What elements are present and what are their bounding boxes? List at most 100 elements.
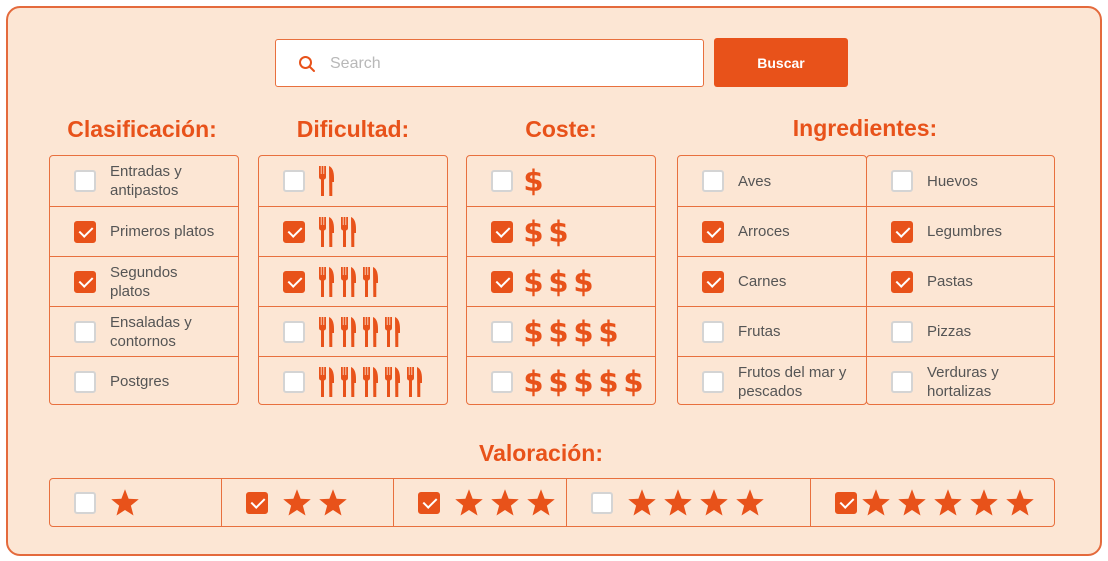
checkbox-checked[interactable] [246, 491, 268, 514]
checkbox[interactable] [702, 320, 724, 343]
dificultad-icons [319, 166, 341, 196]
dificultad-option[interactable] [259, 256, 447, 306]
heading-clasificacion: Clasificación: [67, 116, 217, 142]
checkbox-checked[interactable] [418, 491, 440, 514]
valoracion-option[interactable] [810, 478, 1055, 527]
checkbox[interactable] [491, 320, 513, 343]
checkbox[interactable] [283, 370, 305, 393]
coste-option[interactable]: $ $ $ [467, 256, 655, 306]
checkbox-checked[interactable] [74, 270, 96, 293]
ingrediente-option[interactable]: Carnes [678, 256, 866, 306]
ingrediente-option[interactable]: Frutos del mar y pescados [678, 356, 866, 406]
clasificacion-option-label: Entradas y antipastos [110, 163, 182, 199]
checkbox[interactable] [283, 320, 305, 343]
fork-knife-icon [363, 266, 378, 297]
checkbox[interactable] [702, 170, 724, 192]
checkbox[interactable] [74, 320, 96, 343]
fork-knife-icon [319, 166, 334, 196]
ingrediente-option[interactable]: Huevos [867, 156, 1054, 206]
dollar-icon: $ [523, 214, 544, 249]
clasificacion-option[interactable]: Entradas y antipastos [50, 156, 238, 206]
checkbox-checked[interactable] [74, 220, 96, 243]
dollar-icon: $ [573, 264, 594, 299]
fork-knife-icon [319, 366, 334, 397]
star-icon [664, 488, 692, 515]
ingrediente-option-label: Verduras y hortalizas [927, 363, 999, 400]
dollar-icons: $ $ [521, 217, 571, 247]
ingrediente-option-label: Aves [738, 172, 772, 190]
search-icon [299, 56, 315, 72]
checkbox-checked[interactable] [891, 270, 913, 293]
valoracion-option[interactable] [566, 478, 811, 527]
clasificacion-option[interactable]: Postgres [50, 356, 238, 406]
star-icon [319, 488, 347, 515]
clasificacion-option[interactable]: Ensaladas y contornos [50, 306, 238, 356]
ingrediente-option[interactable]: Frutas [678, 306, 866, 356]
coste-option[interactable]: $ $ [467, 206, 655, 256]
dollar-icon: $ [523, 364, 544, 399]
ingrediente-option[interactable]: Verduras y hortalizas [867, 356, 1054, 406]
checkbox[interactable] [491, 370, 513, 393]
search-field[interactable] [275, 39, 704, 87]
ingrediente-option-label: Pastas [927, 273, 973, 290]
fork-knife-icon [363, 366, 378, 397]
checkbox-checked[interactable] [702, 270, 724, 293]
fork-knife-icon [341, 366, 356, 397]
dollar-icon: $ [523, 264, 544, 299]
fork-knife-icon [385, 366, 400, 397]
search-button[interactable]: Buscar [714, 38, 848, 87]
ingrediente-option[interactable]: Arroces [678, 206, 866, 256]
valoracion-option[interactable] [221, 478, 394, 527]
checkbox[interactable] [283, 170, 305, 192]
dollar-icon: $ [548, 214, 569, 249]
ingrediente-option-label: Frutas [738, 323, 781, 340]
coste-option[interactable]: $ $ $ $ [467, 306, 655, 356]
ingrediente-option-label: Legumbres [927, 223, 1003, 240]
ingrediente-option-label: Arroces [738, 223, 790, 240]
clasificacion-option[interactable]: Primeros platos [50, 206, 238, 256]
ingrediente-option[interactable]: Pizzas [867, 306, 1054, 356]
checkbox-checked[interactable] [491, 270, 513, 293]
valoracion-option[interactable] [393, 478, 567, 527]
dificultad-option[interactable] [259, 356, 447, 406]
search-input[interactable] [330, 50, 690, 78]
checkbox[interactable] [491, 170, 513, 192]
star-icon [934, 488, 962, 515]
checkbox[interactable] [591, 491, 613, 514]
star-icon [1006, 488, 1034, 515]
ingrediente-option[interactable]: Legumbres [867, 206, 1054, 256]
checkbox-checked[interactable] [835, 491, 857, 514]
fork-knife-icon [341, 266, 356, 297]
star-icon [862, 488, 890, 515]
clasificacion-option[interactable]: Segundos platos [50, 256, 238, 306]
dificultad-option[interactable] [259, 206, 447, 256]
checkbox[interactable] [74, 170, 96, 192]
checkbox[interactable] [891, 170, 913, 192]
checkbox[interactable] [891, 320, 913, 343]
valoracion-option[interactable] [49, 478, 222, 527]
heading-coste: Coste: [525, 116, 597, 142]
checkbox-checked[interactable] [283, 220, 305, 243]
checkbox[interactable] [891, 370, 913, 393]
checkbox[interactable] [74, 370, 96, 393]
heading-ingredientes: Ingredientes: [792, 115, 938, 141]
dificultad-option[interactable] [259, 156, 447, 206]
checkbox[interactable] [74, 491, 96, 514]
ingrediente-option[interactable]: Pastas [867, 256, 1054, 306]
star-icon [700, 488, 728, 515]
coste-option[interactable]: $ [467, 156, 655, 206]
star-icon [628, 488, 656, 515]
checkbox-checked[interactable] [283, 270, 305, 293]
checkbox-checked[interactable] [702, 220, 724, 243]
dificultad-icons [319, 266, 385, 297]
checkbox-checked[interactable] [491, 220, 513, 243]
dollar-icons: $ $ $ $ [521, 317, 621, 347]
checkbox-checked[interactable] [891, 220, 913, 243]
star-icon [898, 488, 926, 515]
checkbox[interactable] [702, 370, 724, 393]
dificultad-option[interactable] [259, 306, 447, 356]
clasificacion-list: Entradas y antipastos Primeros platos Segu… [49, 155, 239, 405]
star-icon [970, 488, 998, 515]
ingrediente-option[interactable]: Aves [678, 156, 866, 206]
coste-option[interactable]: $ $ $ $ $ [467, 356, 655, 406]
